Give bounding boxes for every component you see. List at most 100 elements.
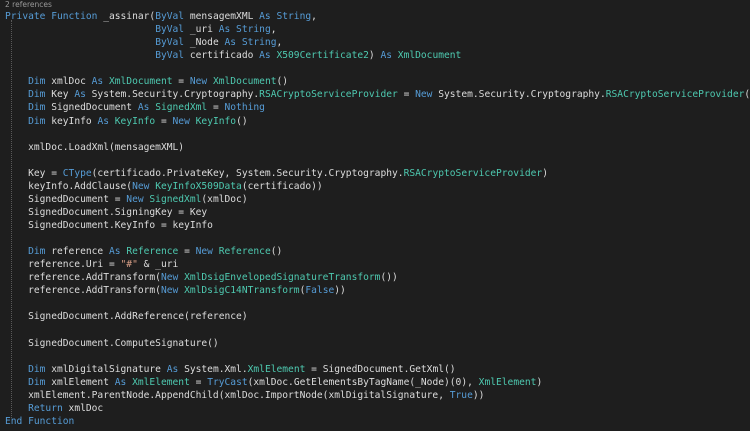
code-token: As	[74, 89, 92, 101]
code-token: SignedXml	[149, 193, 202, 205]
code-token: New	[189, 76, 213, 88]
code-line[interactable]	[5, 232, 750, 245]
code-line[interactable]: SignedDocument.ComputeSignature()	[5, 337, 750, 350]
code-token: XmlElement	[247, 363, 306, 375]
code-token: xmlDoc	[68, 402, 104, 414]
code-token: ByVal	[155, 11, 190, 22]
code-line[interactable]: Dim keyInfo As KeyInfo = New KeyInfo()	[5, 115, 750, 128]
code-token: & _uri	[137, 259, 179, 271]
code-line[interactable]: SignedDocument.KeyInfo = keyInfo	[5, 219, 750, 232]
code-token: As String	[224, 37, 277, 49]
code-token: As	[97, 115, 115, 127]
code-token: SignedDocument	[51, 102, 138, 114]
code-token: (certificado))	[241, 180, 323, 192]
code-token: =	[397, 89, 416, 101]
code-token: Key =	[5, 167, 63, 179]
code-token: Dim	[28, 89, 52, 101]
code-line[interactable]: ByVal _Node As String,	[5, 36, 750, 49]
code-token: =	[189, 376, 208, 388]
code-token: _uri	[189, 24, 219, 36]
code-token: (certificado.PrivateKey, System.Security…	[91, 167, 404, 179]
code-token: True	[449, 389, 473, 401]
code-token: System.Security.Cryptography.	[438, 89, 606, 101]
code-token: (xmlDoc.GetElementsByTagName(_Node)(0),	[247, 376, 479, 388]
code-token: Dim	[28, 246, 52, 258]
code-token: ())	[380, 272, 398, 284]
code-token: Nothing	[224, 102, 265, 114]
code-token: xmlDoc.LoadXml(mensagemXML)	[5, 141, 185, 153]
code-line[interactable]: ByVal certificado As X509Certificate2) A…	[5, 49, 750, 62]
code-token: Key	[51, 89, 75, 101]
code-token: )	[368, 50, 381, 62]
code-line[interactable]	[5, 297, 750, 310]
code-line[interactable]: Dim reference As Reference = New Referen…	[5, 245, 750, 258]
code-line[interactable]: Dim SignedDocument As SignedXml = Nothin…	[5, 101, 750, 114]
code-editor[interactable]: 2 references Private Function _assinar(B…	[0, 0, 750, 431]
code-token: SignedDocument.ComputeSignature()	[5, 337, 219, 349]
code-token: KeyInfoX509Data	[155, 180, 242, 192]
code-token: False	[305, 285, 335, 297]
code-line[interactable]: Dim xmlElement As XmlElement = TryCast(x…	[5, 376, 750, 389]
code-token: ByVal	[155, 24, 190, 36]
code-token: ByVal	[155, 50, 190, 62]
code-token: XmlElement	[132, 376, 190, 388]
code-line[interactable]: End Function	[5, 415, 750, 428]
code-token: ()	[744, 89, 750, 101]
code-token: New	[160, 285, 185, 297]
code-token: (xmlDoc)	[201, 193, 248, 205]
code-line[interactable]: SignedDocument.AddReference(reference)	[5, 310, 750, 323]
code-line[interactable]: reference.AddTransform(New XmlDsigC14NTr…	[5, 284, 750, 297]
code-line[interactable]: SignedDocument.SigningKey = Key	[5, 206, 750, 219]
code-line[interactable]: ByVal _uri As String,	[5, 23, 750, 36]
code-token: System.Xml.	[184, 363, 248, 375]
code-line[interactable]: xmlDoc.LoadXml(mensagemXML)	[5, 141, 750, 154]
code-line[interactable]: reference.AddTransform(New XmlDsigEnvelo…	[5, 271, 750, 284]
code-token: As	[114, 376, 133, 388]
code-line[interactable]: SignedDocument = New SignedXml(xmlDoc)	[5, 193, 750, 206]
code-line[interactable]	[5, 62, 750, 75]
code-line[interactable]: Return xmlDoc	[5, 402, 750, 415]
code-line[interactable]: Dim xmlDigitalSignature As System.Xml.Xm…	[5, 363, 750, 376]
code-token: Reference	[126, 246, 179, 258]
code-line[interactable]: reference.Uri = "#" & _uri	[5, 258, 750, 271]
code-token: Reference	[218, 246, 271, 258]
code-line[interactable]: Private Function _assinar(ByVal mensagem…	[5, 10, 750, 23]
code-line[interactable]	[5, 128, 750, 141]
code-line[interactable]: xmlElement.ParentNode.AppendChild(xmlDoc…	[5, 389, 750, 402]
code-token: XmlDsigEnvelopedSignatureTransform	[184, 272, 381, 284]
code-token: )	[536, 376, 543, 388]
code-token: Dim	[28, 102, 52, 114]
code-area[interactable]: Private Function _assinar(ByVal mensagem…	[5, 10, 750, 428]
code-token: =	[172, 76, 190, 88]
code-token: New	[172, 115, 196, 127]
code-token: SignedDocument.AddReference(reference)	[5, 311, 248, 323]
code-line[interactable]	[5, 324, 750, 337]
code-token: XmlDocument	[397, 50, 462, 62]
code-token: =	[207, 102, 225, 114]
code-token: RSACryptoServiceProvider	[403, 167, 543, 179]
code-token: _assinar(	[103, 11, 156, 22]
code-token: ))	[334, 285, 346, 297]
code-token: )	[542, 167, 548, 179]
code-token: keyInfo	[51, 115, 98, 127]
code-token: As	[166, 363, 185, 375]
code-line[interactable]: Dim Key As System.Security.Cryptography.…	[5, 88, 750, 101]
code-line[interactable]: Dim xmlDoc As XmlDocument = New XmlDocum…	[5, 75, 750, 88]
code-token: New	[132, 180, 156, 192]
code-line[interactable]	[5, 350, 750, 363]
code-token: KeyInfo	[195, 115, 237, 127]
code-token: xmlDigitalSignature	[51, 363, 167, 375]
code-line[interactable]	[5, 154, 750, 167]
code-token: ,	[270, 24, 277, 36]
code-token: reference.AddTransform(	[5, 272, 161, 284]
codelens-references[interactable]: 2 references	[5, 0, 52, 10]
code-token: System.Security.Cryptography.	[91, 89, 260, 101]
code-line[interactable]: Key = CType(certificado.PrivateKey, Syst…	[5, 167, 750, 180]
code-line[interactable]: keyInfo.AddClause(New KeyInfoX509Data(ce…	[5, 180, 750, 193]
